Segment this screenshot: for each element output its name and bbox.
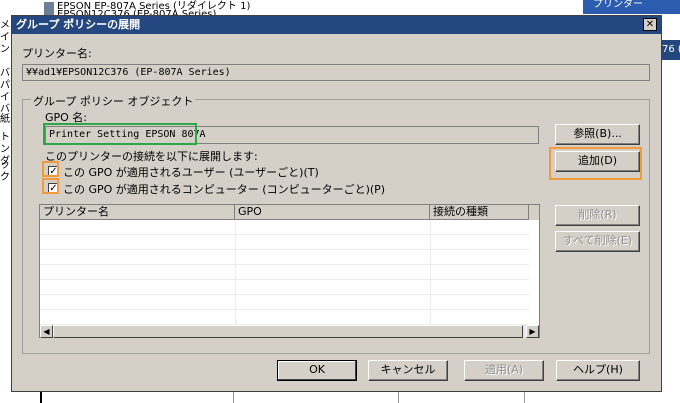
column-divider xyxy=(235,220,236,324)
background-text: パ xyxy=(0,80,10,91)
computers-checkbox-highlight xyxy=(42,178,59,194)
background-divider xyxy=(524,392,525,403)
users-checkbox-highlight xyxy=(42,161,59,177)
remove-button[interactable]: 削除(R) xyxy=(555,205,640,226)
background-divider xyxy=(398,392,399,403)
list-header: プリンター名 GPO 接続の種類 xyxy=(40,205,539,220)
list-row xyxy=(40,280,529,295)
list-row xyxy=(40,265,529,280)
column-header-printer-name[interactable]: プリンター名 xyxy=(40,205,235,220)
background-text: バ xyxy=(0,68,10,79)
background-divider xyxy=(233,392,234,403)
group-policy-caption: グループ ポリシー オブジェクト xyxy=(31,93,196,109)
add-button-highlight xyxy=(549,147,642,180)
list-row xyxy=(40,295,529,310)
apply-button[interactable]: 適用(A) xyxy=(464,360,544,381)
deploy-to-label: このプリンターの接続を以下に展開します: xyxy=(45,150,258,163)
deployed-printers-list[interactable]: プリンター名 GPO 接続の種類 ◀ ▶ xyxy=(39,204,540,338)
computers-checkbox-label[interactable]: この GPO が適用されるコンピューター (コンピューターごと)(P) xyxy=(63,181,385,197)
scrollbar-thumb[interactable] xyxy=(53,325,523,338)
cancel-button[interactable]: キャンセル xyxy=(368,360,448,381)
list-row xyxy=(40,220,529,235)
close-icon: ✕ xyxy=(645,19,655,30)
dialog-title: グループ ポリシーの展開 xyxy=(16,18,141,31)
background-printer-row: EPSON EP-807A Series (リダイレクト 1) xyxy=(44,0,250,12)
list-row xyxy=(40,310,529,325)
ok-button[interactable]: OK xyxy=(277,360,357,381)
column-header-gpo[interactable]: GPO xyxy=(235,205,430,220)
background-divider xyxy=(40,392,42,403)
background-right-panel: プリンター xyxy=(583,0,680,14)
remove-all-button[interactable]: すべて削除(E) xyxy=(555,231,640,252)
users-checkbox-label[interactable]: この GPO が適用されるユーザー (ユーザーごと)(T) xyxy=(63,164,319,180)
column-divider xyxy=(430,220,431,324)
dialog-titlebar[interactable]: グループ ポリシーの展開 ✕ xyxy=(12,16,661,34)
help-button[interactable]: ヘルプ(H) xyxy=(556,360,640,381)
column-header-connection-type[interactable]: 接続の種類 xyxy=(430,205,529,220)
browse-button[interactable]: 参照(B)... xyxy=(555,124,640,145)
list-row xyxy=(40,235,529,250)
close-button[interactable]: ✕ xyxy=(643,18,657,31)
background-text: ト xyxy=(0,132,10,143)
arrow-right-icon[interactable]: ▶ xyxy=(526,325,539,338)
horizontal-scrollbar[interactable]: ◀ ▶ xyxy=(40,325,539,338)
gpo-name-highlight xyxy=(43,123,197,145)
list-row xyxy=(40,250,529,265)
arrow-left-icon[interactable]: ◀ xyxy=(40,325,53,338)
background-text: 紙 xyxy=(0,114,10,125)
deploy-group-policy-dialog: グループ ポリシーの展開 ✕ プリンター名: ¥¥ad1¥EPSON12C376… xyxy=(11,15,662,392)
printer-name-field[interactable]: ¥¥ad1¥EPSON12C376 (EP-807A Series) xyxy=(22,64,650,81)
printer-name-label: プリンター名: xyxy=(22,47,92,60)
background-right-strip: 76 ( xyxy=(662,40,680,60)
